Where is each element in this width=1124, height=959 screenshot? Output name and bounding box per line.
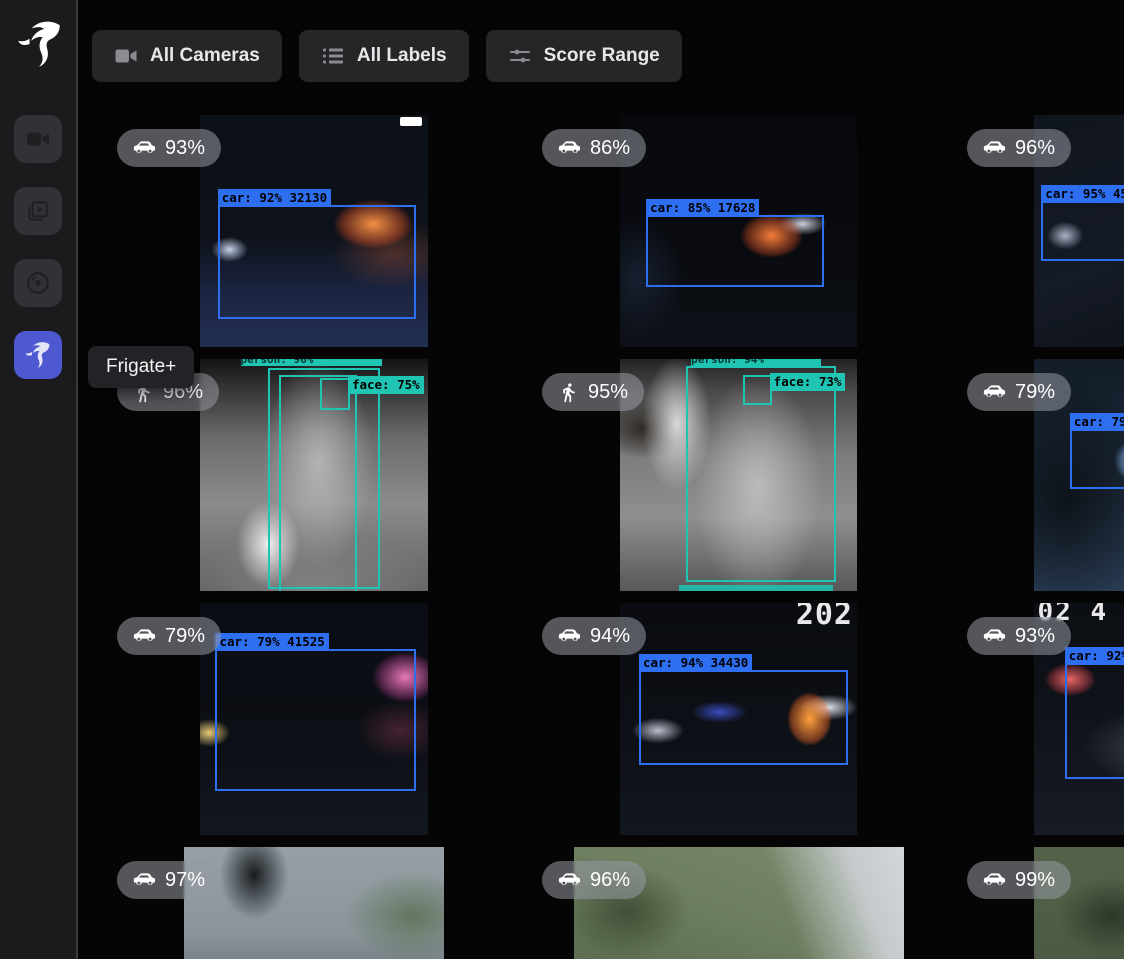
bounding-box-car: car: 95% 45260: [1041, 201, 1124, 261]
detection-card[interactable]: person: 94% face: 73% 95%: [530, 359, 947, 591]
score-badge: 79%: [117, 617, 221, 655]
bounding-box-label: face: 75%: [348, 376, 424, 394]
detection-card[interactable]: car: 95% 45260 96%: [955, 115, 1124, 347]
bounding-box-label: car: 92% 4216: [1065, 647, 1124, 665]
car-icon: [558, 137, 581, 160]
detection-thumbnail: car: 92% 32130: [200, 115, 428, 347]
score-range-filter-button[interactable]: Score Range: [486, 30, 682, 82]
score-badge: 97%: [117, 861, 221, 899]
detection-thumbnail: person: 96% face: 75%: [200, 359, 428, 591]
video-camera-icon: [114, 44, 138, 68]
car-icon: [983, 381, 1006, 404]
all-cameras-label: All Cameras: [150, 45, 260, 67]
bounding-box-face: face: 73%: [743, 375, 771, 405]
score-value: 93%: [1015, 625, 1055, 648]
car-icon: [983, 869, 1006, 892]
score-badge: 79%: [967, 373, 1071, 411]
score-value: 95%: [588, 381, 628, 404]
timestamp-fragment: [400, 117, 422, 126]
detection-thumbnail: car: 85% 17628: [620, 115, 857, 347]
score-badge: 96%: [542, 861, 646, 899]
car-icon: [983, 625, 1006, 648]
detection-card[interactable]: car: 85% 17628 86%: [530, 115, 947, 347]
detection-card[interactable]: person: 96% face: 75% 96%: [105, 359, 522, 591]
frigate-plus-tooltip: Frigate+: [88, 346, 194, 388]
car-icon: [558, 869, 581, 892]
review-icon: [25, 198, 51, 224]
score-range-label: Score Range: [544, 45, 660, 67]
score-value: 99%: [1015, 869, 1055, 892]
score-badge: 93%: [967, 617, 1071, 655]
score-value: 94%: [590, 625, 630, 648]
detection-card[interactable]: car: 79% 41525 79%: [105, 603, 522, 835]
score-badge: 86%: [542, 129, 646, 167]
all-cameras-filter-button[interactable]: All Cameras: [92, 30, 282, 82]
car-icon: [558, 625, 581, 648]
score-value: 79%: [165, 625, 205, 648]
bounding-box-car: car: 79%: [1070, 429, 1124, 489]
bounding-box-car: car: 92% 32130: [218, 205, 416, 319]
car-icon: [133, 625, 156, 648]
bounding-box-label: car: 79%: [1070, 413, 1124, 431]
detection-thumbnail: 202 car: 94% 34430: [620, 603, 857, 835]
sliders-icon: [508, 44, 532, 68]
detection-card[interactable]: car: 79% 79%: [955, 359, 1124, 591]
all-labels-filter-button[interactable]: All Labels: [299, 30, 469, 82]
bounding-box-label: car: 85% 17628: [646, 199, 759, 217]
car-icon: [133, 869, 156, 892]
score-value: 93%: [165, 137, 205, 160]
filter-bar: All Cameras All Labels Score Range: [92, 30, 682, 82]
bounding-box-label-clipped: person: 96%: [241, 359, 382, 366]
bounding-box-car: car: 85% 17628: [646, 215, 824, 287]
disc-icon: [25, 270, 51, 296]
detection-thumbnail: car: 97% 40432: [184, 847, 444, 959]
detection-grid: car: 92% 32130 93% car: 85% 17628 86%: [105, 115, 1124, 959]
score-value: 96%: [1015, 137, 1055, 160]
bounding-box-car: car: 79% 41525: [215, 649, 416, 791]
detection-card[interactable]: car: 99% 25 99%: [955, 847, 1124, 959]
sidebar-item-live[interactable]: [14, 115, 62, 163]
detection-card[interactable]: 02 4 05 0 car: 92% 4216 93%: [955, 603, 1124, 835]
sidebar: [0, 0, 78, 959]
person-icon: [558, 382, 579, 403]
bounding-box-label-clipped: person: 94%: [691, 359, 821, 366]
detection-card[interactable]: 202 car: 94% 34430 94%: [530, 603, 947, 835]
bounding-box-label: car: 92% 32130: [218, 189, 331, 207]
bounding-box-strip: [679, 585, 833, 591]
score-value: 86%: [590, 137, 630, 160]
list-icon: [321, 44, 345, 68]
sidebar-item-export[interactable]: [14, 259, 62, 307]
score-badge: 94%: [542, 617, 646, 655]
bounding-box-label: car: 95% 45260: [1041, 185, 1124, 203]
score-badge: 93%: [117, 129, 221, 167]
score-value: 96%: [590, 869, 630, 892]
score-badge: 95%: [542, 373, 644, 411]
sidebar-item-frigate-plus[interactable]: [14, 331, 62, 379]
detection-thumbnail: car: 79% 41525: [200, 603, 428, 835]
car-icon: [983, 137, 1006, 160]
bounding-box-label: face: 73%: [770, 373, 846, 391]
frigate-bird-icon: [23, 340, 53, 370]
score-badge: 99%: [967, 861, 1071, 899]
bounding-box-car: car: 94% 34430: [639, 670, 848, 765]
score-value: 97%: [165, 869, 205, 892]
all-labels-label: All Labels: [357, 45, 447, 67]
detection-card[interactable]: car: 97% 40432 97%: [105, 847, 522, 959]
score-badge: 96%: [967, 129, 1071, 167]
detection-card[interactable]: car: 96% 29493 96%: [530, 847, 947, 959]
bounding-box-label: car: 79% 41525: [215, 633, 328, 651]
frigate-plus-page: Frigate+ All Cameras All Labels Score Ra…: [0, 0, 1124, 959]
sidebar-item-review[interactable]: [14, 187, 62, 235]
detection-card[interactable]: car: 92% 32130 93%: [105, 115, 522, 347]
bounding-box-label: car: 94% 34430: [639, 654, 752, 672]
timestamp-fragment: 202: [796, 603, 853, 632]
frigate-logo-icon: [14, 16, 66, 72]
detection-thumbnail: person: 94% face: 73%: [620, 359, 857, 591]
score-value: 79%: [1015, 381, 1055, 404]
bounding-box-car: car: 92% 4216: [1065, 663, 1124, 779]
bounding-box-face: face: 75%: [320, 378, 350, 410]
video-camera-icon: [25, 126, 51, 152]
car-icon: [133, 137, 156, 160]
